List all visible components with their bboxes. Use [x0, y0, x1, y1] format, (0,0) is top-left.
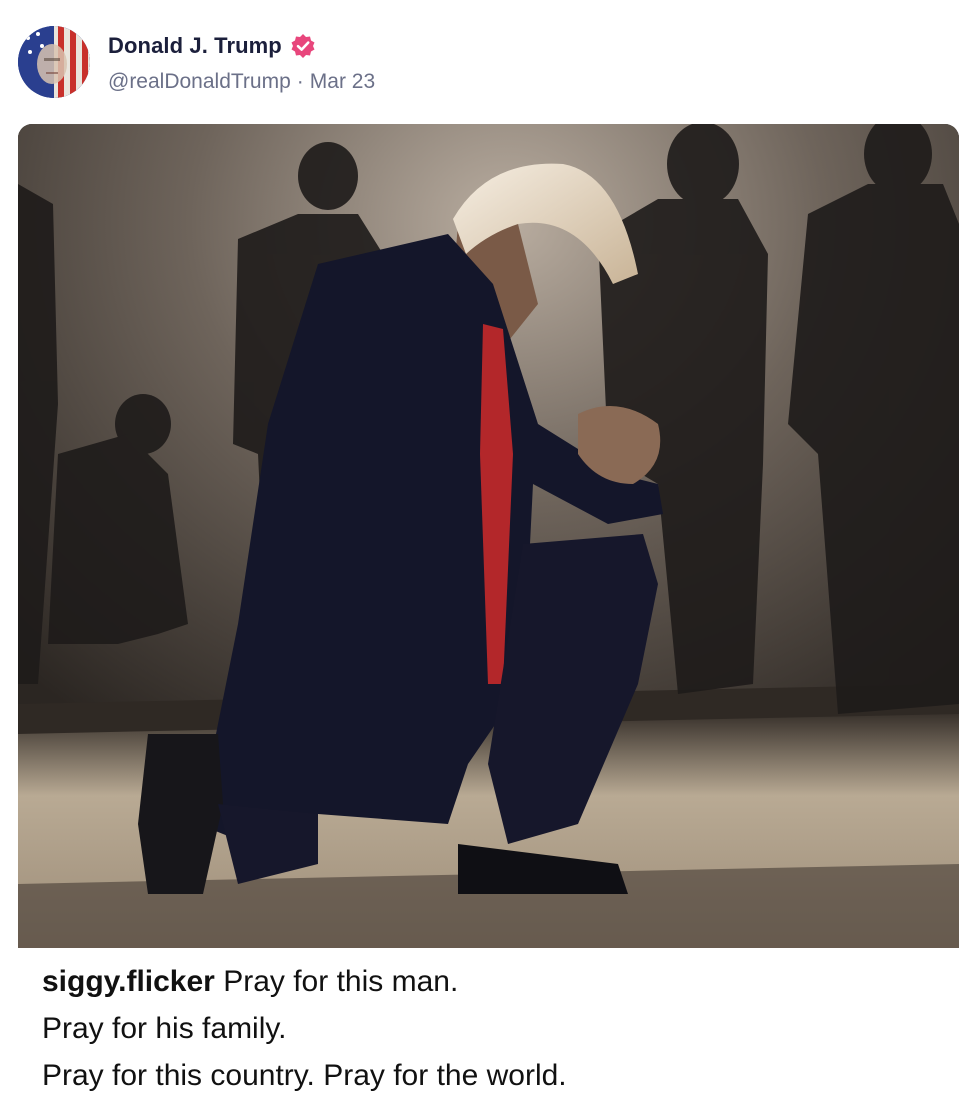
caption-text-1: Pray for this man. [223, 965, 459, 998]
caption-line-1: siggy.flicker Pray for this man. [42, 958, 952, 1005]
name-row: Donald J. Trump [108, 26, 375, 66]
kneeling-man-photo [18, 124, 959, 948]
post-card: Donald J. Trump @realDonaldTrump · Mar 2… [0, 0, 980, 1098]
avatar[interactable] [18, 26, 90, 98]
post-image[interactable] [18, 124, 959, 948]
author-info: Donald J. Trump @realDonaldTrump · Mar 2… [108, 26, 375, 98]
caption-line-3: Pray for this country. Pray for the worl… [42, 1059, 567, 1092]
post-header: Donald J. Trump @realDonaldTrump · Mar 2… [18, 24, 375, 100]
display-name[interactable]: Donald J. Trump [108, 33, 282, 59]
caption-username[interactable]: siggy.flicker [42, 965, 215, 998]
flag-portrait-icon [18, 26, 90, 98]
verified-badge-icon [290, 33, 316, 59]
handle[interactable]: @realDonaldTrump [108, 70, 291, 94]
handle-row: @realDonaldTrump · Mar 23 [108, 66, 375, 98]
caption-line-2: Pray for his family. [42, 1012, 287, 1045]
separator: · [296, 70, 304, 93]
post-caption: siggy.flicker Pray for this man. Pray fo… [42, 958, 952, 1098]
post-date[interactable]: Mar 23 [310, 70, 375, 94]
